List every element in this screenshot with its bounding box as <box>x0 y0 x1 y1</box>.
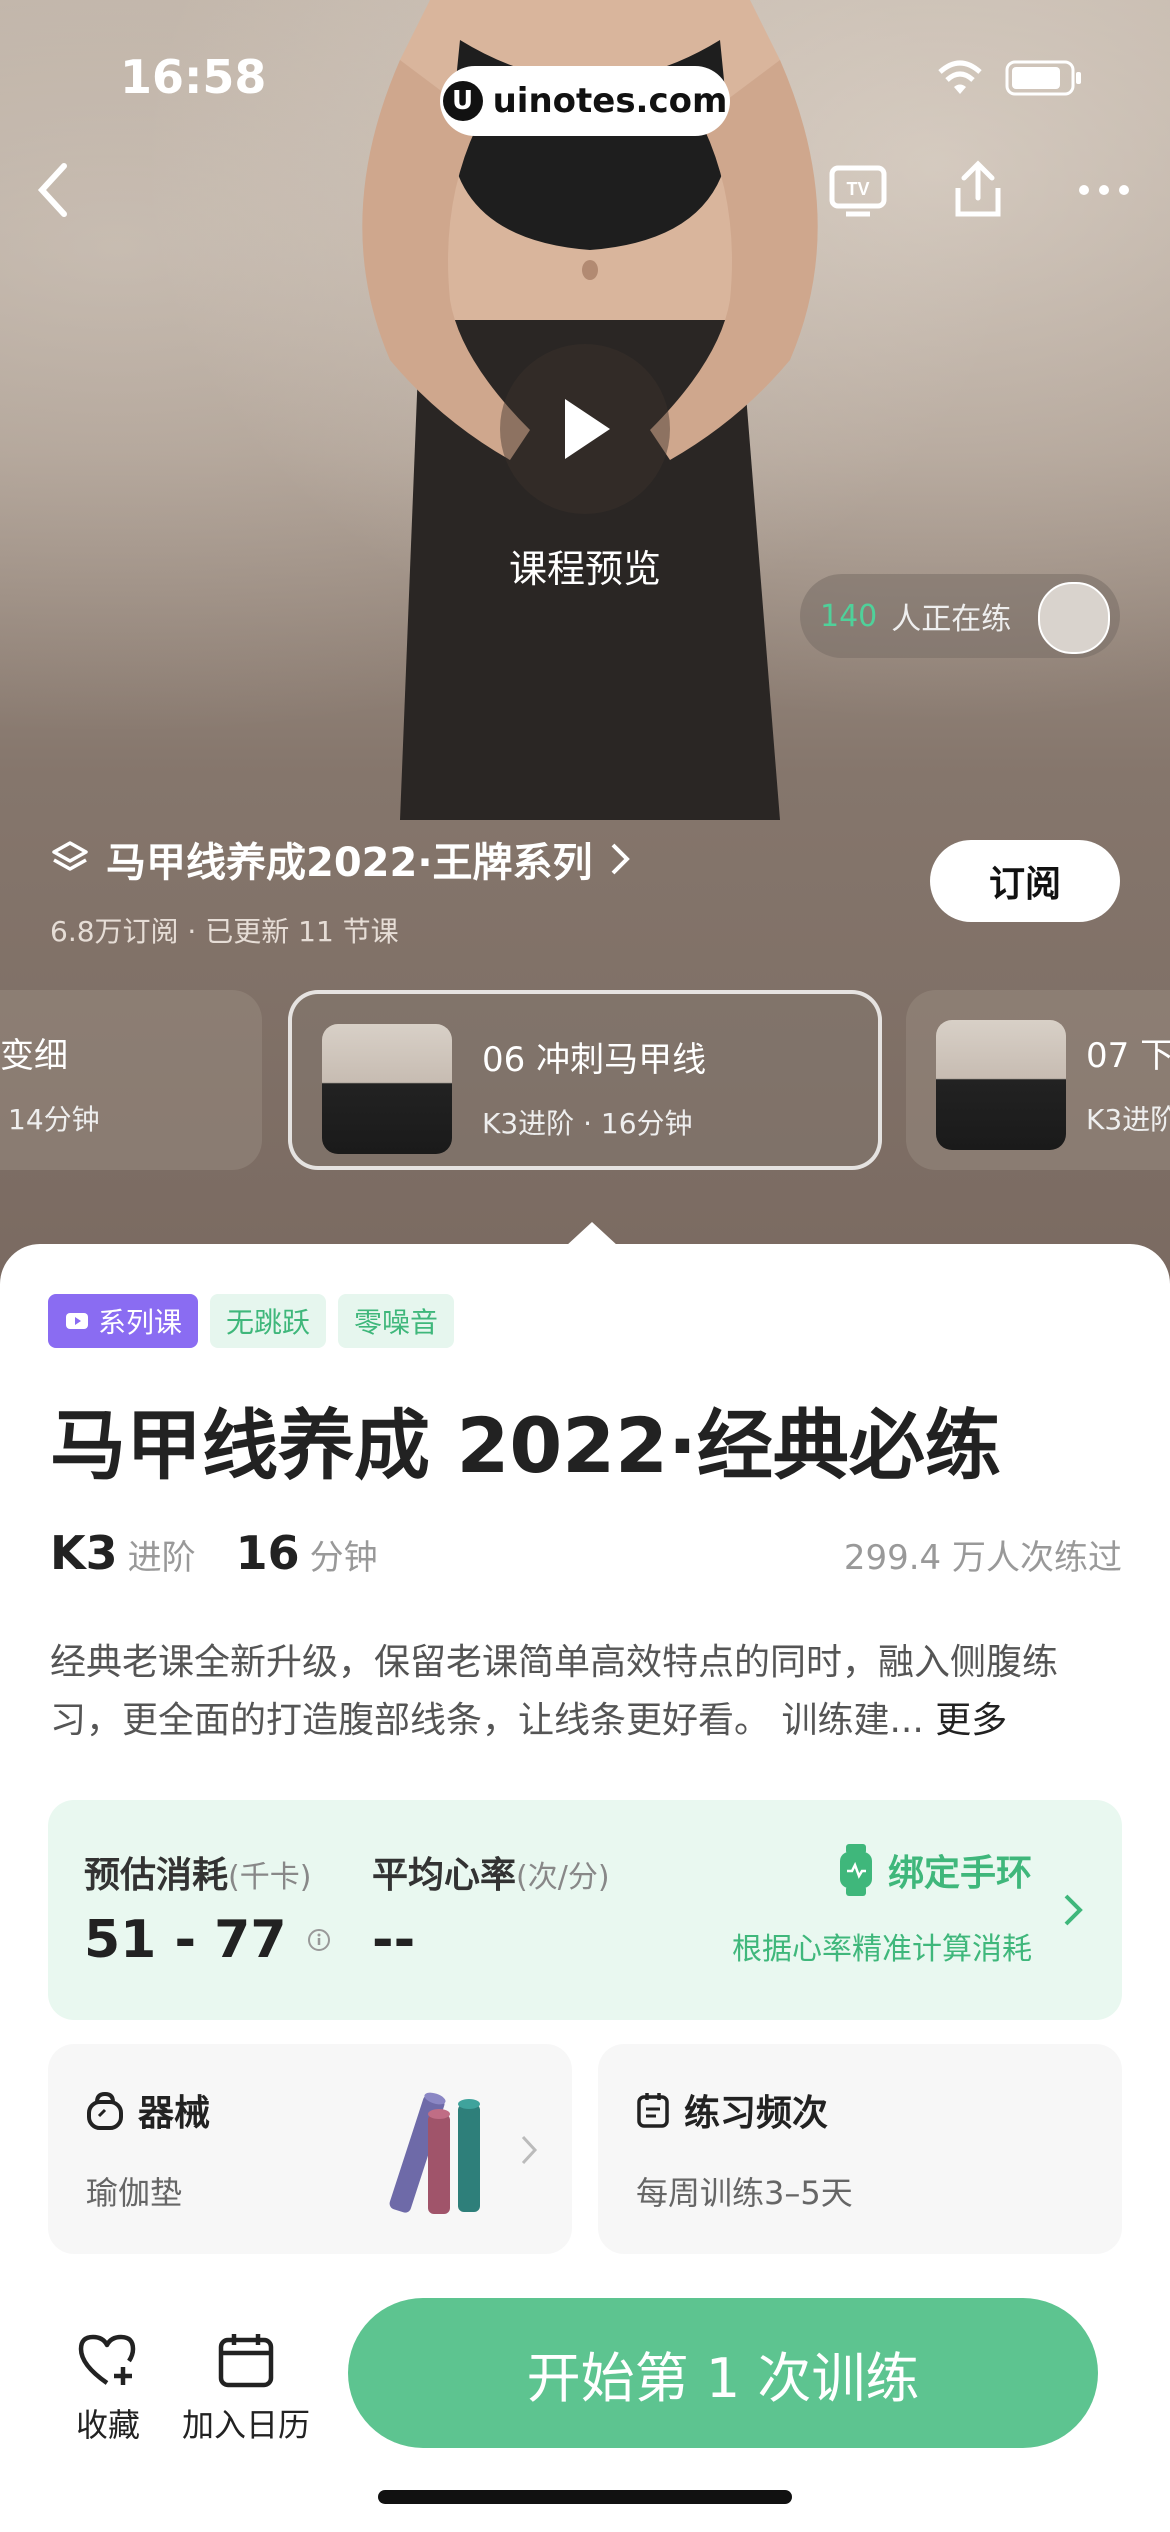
more-dots-icon <box>1079 185 1129 195</box>
heart-unit: (次/分) <box>516 1860 610 1895</box>
lesson-card-title: 变细 <box>0 1036 68 1076</box>
lesson-card-active[interactable]: 06 冲刺马甲线 K3进阶 · 16分钟 <box>288 990 882 1170</box>
home-indicator <box>378 2490 792 2504</box>
calories-unit: (千卡) <box>228 1860 312 1895</box>
tag-label: 系列课 <box>98 1306 183 1339</box>
duration-value: 16 <box>235 1526 300 1580</box>
chevron-right-icon <box>611 843 630 875</box>
back-button[interactable] <box>14 150 94 230</box>
calendar-icon <box>218 2334 274 2388</box>
bind-band-sub: 根据心率精准计算消耗 <box>732 1932 1032 1967</box>
practicing-now-badge[interactable]: 140 人正在练 <box>800 574 1120 658</box>
series-info[interactable]: 马甲线养成2022·王牌系列 6.8万订阅 · 已更新 11 节课 <box>50 830 750 950</box>
frequency-title: 练习频次 <box>684 2093 829 2134</box>
equipment-card[interactable]: 器械 瑜伽垫 <box>48 2044 572 2254</box>
level-code: K3 <box>50 1526 118 1580</box>
lesson-card-title: 06 冲刺马甲线 <box>482 1040 707 1080</box>
uinotes-logo-icon: U <box>442 81 483 121</box>
play-icon <box>565 399 610 459</box>
avatar <box>1038 582 1110 654</box>
sheet-pointer <box>566 1222 618 1246</box>
url-pill: U uinotes.com <box>440 66 730 136</box>
heart-plus-icon <box>78 2334 136 2385</box>
share-button[interactable] <box>938 150 1018 230</box>
duration-unit: 分钟 <box>309 1538 378 1578</box>
practiced-count: 299.4 万人次练过 <box>843 1538 1122 1578</box>
lesson-card[interactable]: 变细 14分钟 <box>0 990 262 1170</box>
calories-value: 51 - 77 <box>84 1910 287 1970</box>
svg-text:TV: TV <box>846 179 869 199</box>
favorite-label: 收藏 <box>75 2406 140 2444</box>
practicing-text: 人正在练 <box>891 602 1012 637</box>
tv-icon: TV <box>829 165 887 217</box>
lesson-carousel[interactable]: 变细 14分钟 06 冲刺马甲线 K3进阶 · 16分钟 07 下 K3进阶 <box>0 990 1170 1190</box>
share-icon <box>955 160 1001 217</box>
no-jump-tag: 无跳跃 <box>210 1294 327 1348</box>
level-name: 进阶 <box>127 1538 196 1578</box>
no-noise-tag: 零噪音 <box>338 1294 455 1348</box>
status-bar: 16:58 U uinotes.com <box>0 40 1170 136</box>
favorite-button[interactable]: 收藏 <box>38 2320 178 2446</box>
description-text: 经典老课全新升级，保留老课简单高效特点的同时，融入侧腹练习，更全面的打造腹部线条… <box>50 1642 1059 1741</box>
series-title: 马甲线养成2022·王牌系列 <box>106 840 593 886</box>
start-training-button[interactable]: 开始第 1 次训练 <box>348 2298 1098 2448</box>
bottom-action-bar: 收藏 加入日历 开始第 1 次训练 <box>0 2270 1170 2532</box>
calendar-check-icon <box>637 2093 669 2128</box>
kettlebell-icon <box>87 2091 123 2130</box>
chevron-right-icon <box>521 2135 538 2165</box>
equipment-title: 器械 <box>138 2093 211 2134</box>
lesson-card-sub: K3进阶 · 16分钟 <box>482 1107 693 1140</box>
tv-cast-button[interactable]: TV <box>818 150 898 230</box>
add-calendar-label: 加入日历 <box>181 2406 310 2444</box>
lesson-thumbnail <box>936 1020 1066 1150</box>
heart-rate-label: 平均心率(次/分) <box>372 1846 610 1898</box>
calorie-heart-panel[interactable]: 预估消耗(千卡) 51 - 77 平均心率(次/分) -- 绑定手环 根据心率精… <box>48 1800 1122 2020</box>
course-tags: 系列课 无跳跃 零噪音 <box>48 1294 455 1348</box>
lesson-card[interactable]: 07 下 K3进阶 <box>906 990 1170 1170</box>
lesson-thumbnail <box>322 1024 452 1154</box>
course-meta: K3 进阶 16 分钟 299.4 万人次练过 <box>50 1526 1122 1580</box>
course-description: 经典老课全新升级，保留老课简单高效特点的同时，融入侧腹练习，更全面的打造腹部线条… <box>50 1634 1122 1750</box>
bind-band-label: 绑定手环 <box>887 1853 1032 1894</box>
subscribe-button[interactable]: 订阅 <box>930 840 1120 922</box>
course-title: 马甲线养成 2022·经典必练 <box>50 1401 1001 1490</box>
url-text: uinotes.com <box>492 81 728 121</box>
back-arrow-icon <box>37 163 67 217</box>
equipment-value: 瑜伽垫 <box>86 2174 183 2212</box>
calories-label-text: 预估消耗 <box>84 1855 229 1896</box>
wifi-icon <box>938 60 982 94</box>
smartwatch-icon <box>839 1844 872 1896</box>
calories-label: 预估消耗(千卡) <box>84 1846 311 1898</box>
lesson-card-sub: K3进阶 <box>1086 1103 1170 1136</box>
frequency-card: 练习频次 每周训练3–5天 <box>598 2044 1122 2254</box>
heart-label-text: 平均心率 <box>372 1855 517 1896</box>
more-link[interactable]: 更多 <box>935 1700 1007 1741</box>
more-options-button[interactable] <box>1064 150 1144 230</box>
series-subtitle: 6.8万订阅 · 已更新 11 节课 <box>50 915 399 948</box>
calories-value-row: 51 - 77 <box>84 1910 331 1970</box>
series-course-tag: 系列课 <box>48 1294 199 1348</box>
status-time: 16:58 <box>120 50 267 104</box>
bind-band-link[interactable]: 绑定手环 <box>838 1844 1032 1896</box>
preview-play-button[interactable] <box>500 344 670 514</box>
lesson-card-title: 07 下 <box>1086 1036 1170 1076</box>
layers-icon <box>52 841 88 871</box>
practicing-count: 140 <box>820 598 878 634</box>
course-hero: 16:58 U uinotes.com TV 课程预览 140 人正在练 马甲线… <box>0 0 1170 1290</box>
yoga-mat-image <box>389 2092 480 2214</box>
add-calendar-button[interactable]: 加入日历 <box>176 2320 316 2446</box>
video-icon <box>66 1313 88 1329</box>
lesson-card-sub: 14分钟 <box>8 1103 100 1136</box>
top-nav: TV <box>0 150 1170 230</box>
battery-icon <box>1005 60 1081 96</box>
heart-rate-value: -- <box>372 1910 416 1970</box>
chevron-right-icon <box>1064 1894 1083 1926</box>
info-icon[interactable] <box>307 1928 331 1952</box>
frequency-value: 每周训练3–5天 <box>636 2174 853 2212</box>
